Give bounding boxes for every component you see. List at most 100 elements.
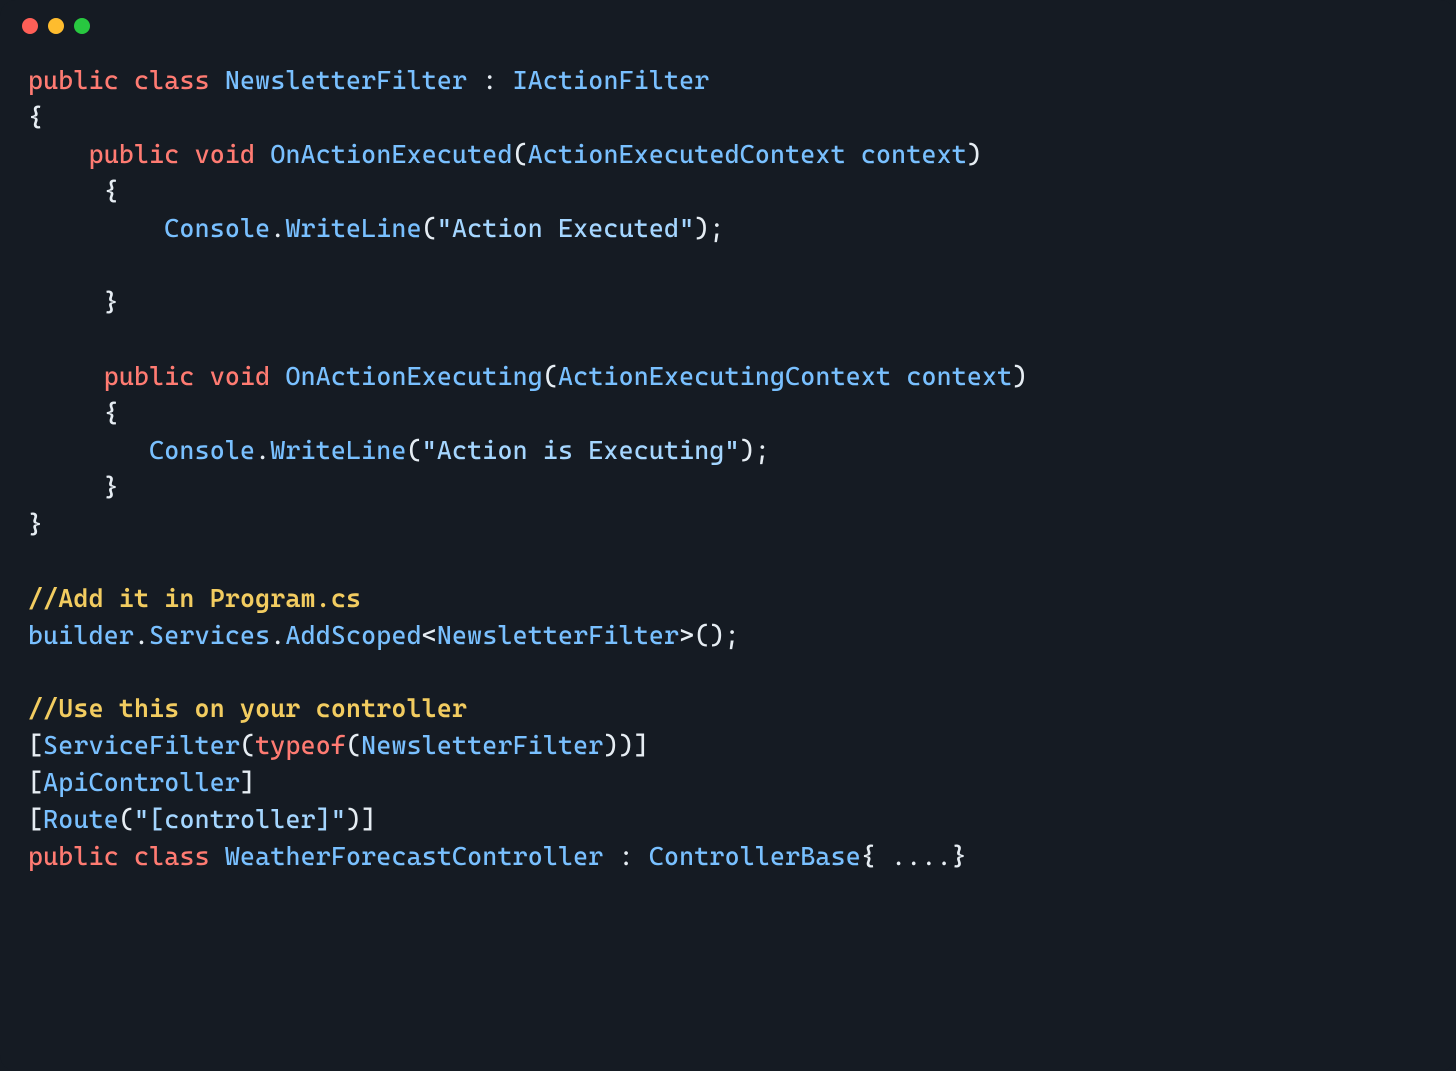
code-line [28,654,1428,691]
token-paren: ) [967,139,982,169]
token-kw: typeof [255,730,346,760]
code-line: { [28,395,1428,432]
minimize-icon[interactable] [48,18,64,34]
token-type: Route [43,804,119,834]
token-var: builder [28,620,134,650]
token-punc: . [270,620,285,650]
token-punc: } [28,472,119,502]
token-punc: { [28,176,119,206]
token-method: OnActionExecuting [285,361,542,391]
token-punc: ] [240,767,255,797]
token-punc: < [422,620,437,650]
token-method: WriteLine [285,213,421,243]
code-area[interactable]: public class NewsletterFilter : IActionF… [0,42,1456,895]
token-punc [28,139,89,169]
token-punc [28,657,43,687]
code-line: } [28,506,1428,543]
token-paren: ( [119,804,134,834]
code-line: public void OnActionExecuted(ActionExecu… [28,136,1428,173]
token-str: "Action Executed" [437,213,694,243]
token-punc: (); [694,620,739,650]
token-type: ActionExecutingContext [558,361,891,391]
code-line: } [28,469,1428,506]
token-type: NewsletterFilter [225,65,467,95]
token-str: "[controller]" [134,804,346,834]
token-type: ControllerBase [649,841,861,871]
code-window: public class NewsletterFilter : IActionF… [0,0,1456,1071]
token-punc: [ [28,804,43,834]
token-paren: ( [407,435,422,465]
code-line: public class NewsletterFilter : IActionF… [28,62,1428,99]
token-kw: public [28,841,119,871]
maximize-icon[interactable] [74,18,90,34]
code-line: public void OnActionExecuting(ActionExec… [28,358,1428,395]
code-line: //Use this on your controller [28,690,1428,727]
token-punc [210,65,225,95]
token-punc: [ [28,767,43,797]
token-punc: } [28,509,43,539]
token-kw: void [210,361,271,391]
token-punc [255,139,270,169]
token-kw: public [104,361,195,391]
code-line: } [28,284,1428,321]
token-punc [28,361,104,391]
token-punc: } [28,287,119,317]
token-punc: { [28,398,119,428]
token-paren: ( [513,139,528,169]
token-comment: //Add it in Program.cs [28,583,361,613]
token-punc [119,841,134,871]
token-type: ApiController [43,767,240,797]
token-type: WeatherForecastController [225,841,604,871]
code-line: { [28,173,1428,210]
code-line [28,543,1428,580]
token-punc: ); [694,213,724,243]
token-method: WriteLine [270,435,406,465]
token-var: context [861,139,967,169]
token-type: ActionExecutedContext [528,139,846,169]
token-kw: public [28,65,119,95]
token-punc [28,250,43,280]
token-punc: )] [346,804,376,834]
token-punc [119,65,134,95]
token-type: NewsletterFilter [361,730,603,760]
token-comment: //Use this on your controller [28,693,467,723]
token-paren: ( [543,361,558,391]
code-line: public class WeatherForecastController :… [28,838,1428,875]
code-line: [Route("[controller]")] [28,801,1428,838]
token-method: AddScoped [285,620,421,650]
token-punc [195,361,210,391]
token-str: "Action is Executing" [422,435,740,465]
token-punc [891,361,906,391]
titlebar [0,0,1456,42]
token-type: NewsletterFilter [437,620,679,650]
token-punc: { [28,102,43,132]
token-paren: ( [240,730,255,760]
token-punc: [ [28,730,43,760]
token-var: context [906,361,1012,391]
token-paren: ( [346,730,361,760]
token-kw: public [89,139,180,169]
close-icon[interactable] [22,18,38,34]
token-punc [28,324,43,354]
code-line [28,321,1428,358]
token-punc: > [679,620,694,650]
code-line: Console.WriteLine("Action Executed"); [28,210,1428,247]
code-line: builder.Services.AddScoped<NewsletterFil… [28,617,1428,654]
token-type: ServiceFilter [43,730,240,760]
code-line: [ServiceFilter(typeof(NewsletterFilter))… [28,727,1428,764]
token-method: OnActionExecuted [270,139,512,169]
token-kw: void [195,139,256,169]
token-punc: : [603,841,648,871]
token-punc: ); [740,435,770,465]
code-line: { [28,99,1428,136]
token-punc [179,139,194,169]
token-kw: class [134,65,210,95]
token-punc [28,213,164,243]
token-type: IActionFilter [513,65,710,95]
token-punc: : [467,65,512,95]
token-var: Services [149,620,270,650]
code-line [28,247,1428,284]
token-punc: ))] [603,730,648,760]
token-paren: ( [422,213,437,243]
token-punc [210,841,225,871]
